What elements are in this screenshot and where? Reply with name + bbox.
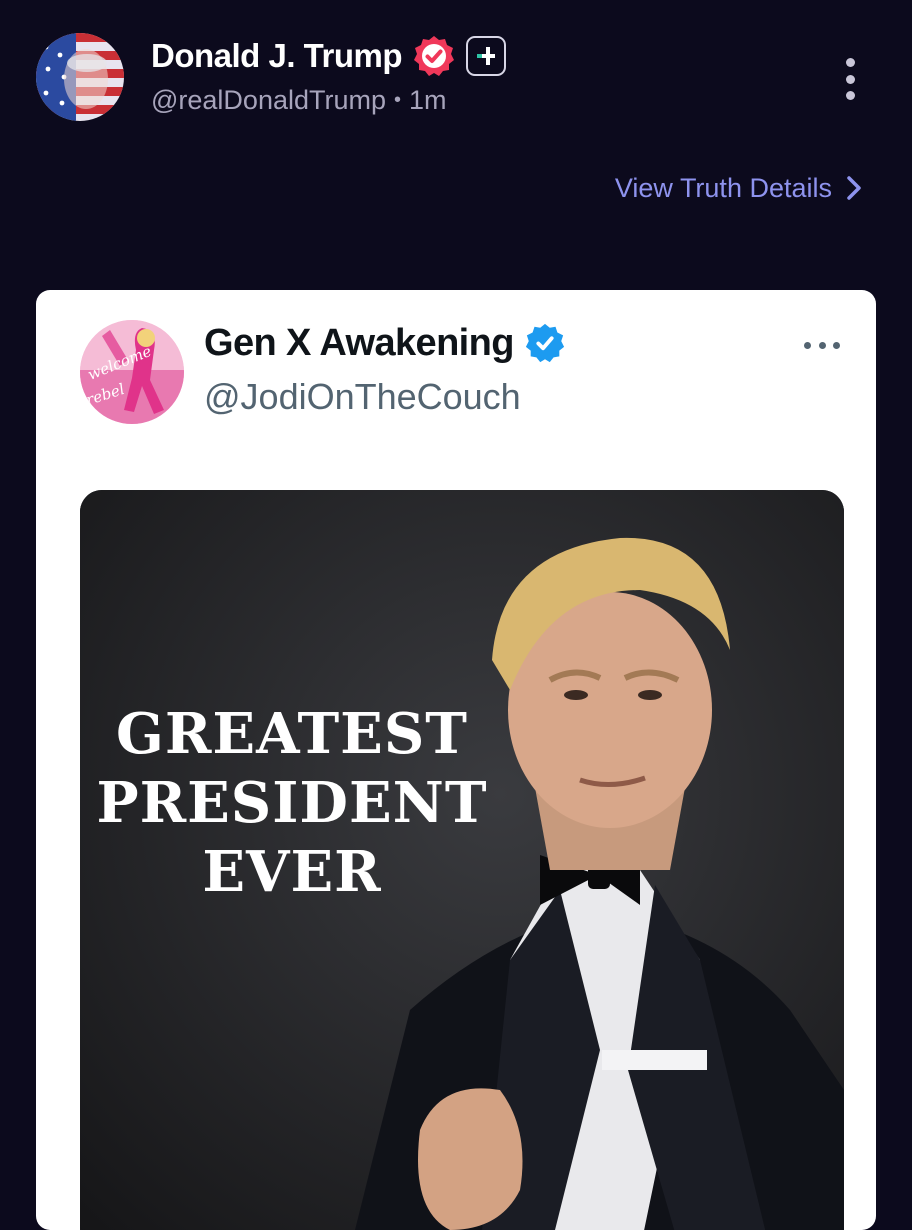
- plus-icon: [466, 36, 507, 76]
- embed-more-button[interactable]: [804, 338, 840, 352]
- image-caption-line: GREATEST: [116, 701, 468, 767]
- embed-photo[interactable]: GREATEST PRESIDENT EVER: [80, 490, 844, 1230]
- view-truth-details-label: View Truth Details: [614, 172, 832, 203]
- image-caption: GREATEST PRESIDENT EVER: [86, 700, 498, 907]
- verified-icon: [525, 323, 564, 363]
- author-handle[interactable]: @realDonaldTrump: [151, 85, 386, 116]
- embed-author-handle[interactable]: @JodiOnTheCouch: [204, 376, 521, 418]
- author-avatar[interactable]: [36, 33, 124, 121]
- embed-author-name[interactable]: Gen X Awakening: [204, 322, 514, 365]
- view-truth-details-link[interactable]: View Truth Details: [615, 170, 862, 206]
- separator-dot: •: [394, 88, 402, 111]
- vertical-ellipsis-icon: [845, 58, 855, 67]
- image-caption-line: EVER: [202, 839, 382, 905]
- embed-author-avatar[interactable]: welcome rebel: [80, 320, 184, 424]
- embedded-post-card[interactable]: welcome rebel Gen X Awakening @JodiOnThe…: [36, 290, 876, 1230]
- horizontal-ellipsis-icon: [804, 341, 811, 349]
- verified-icon: [414, 36, 455, 76]
- post-timestamp[interactable]: 1m: [409, 85, 447, 116]
- author-name[interactable]: Donald J. Trump: [151, 37, 403, 75]
- image-caption-line: PRESIDENT: [96, 770, 488, 836]
- more-options-button[interactable]: [834, 58, 866, 100]
- chevron-right-icon: [847, 176, 861, 200]
